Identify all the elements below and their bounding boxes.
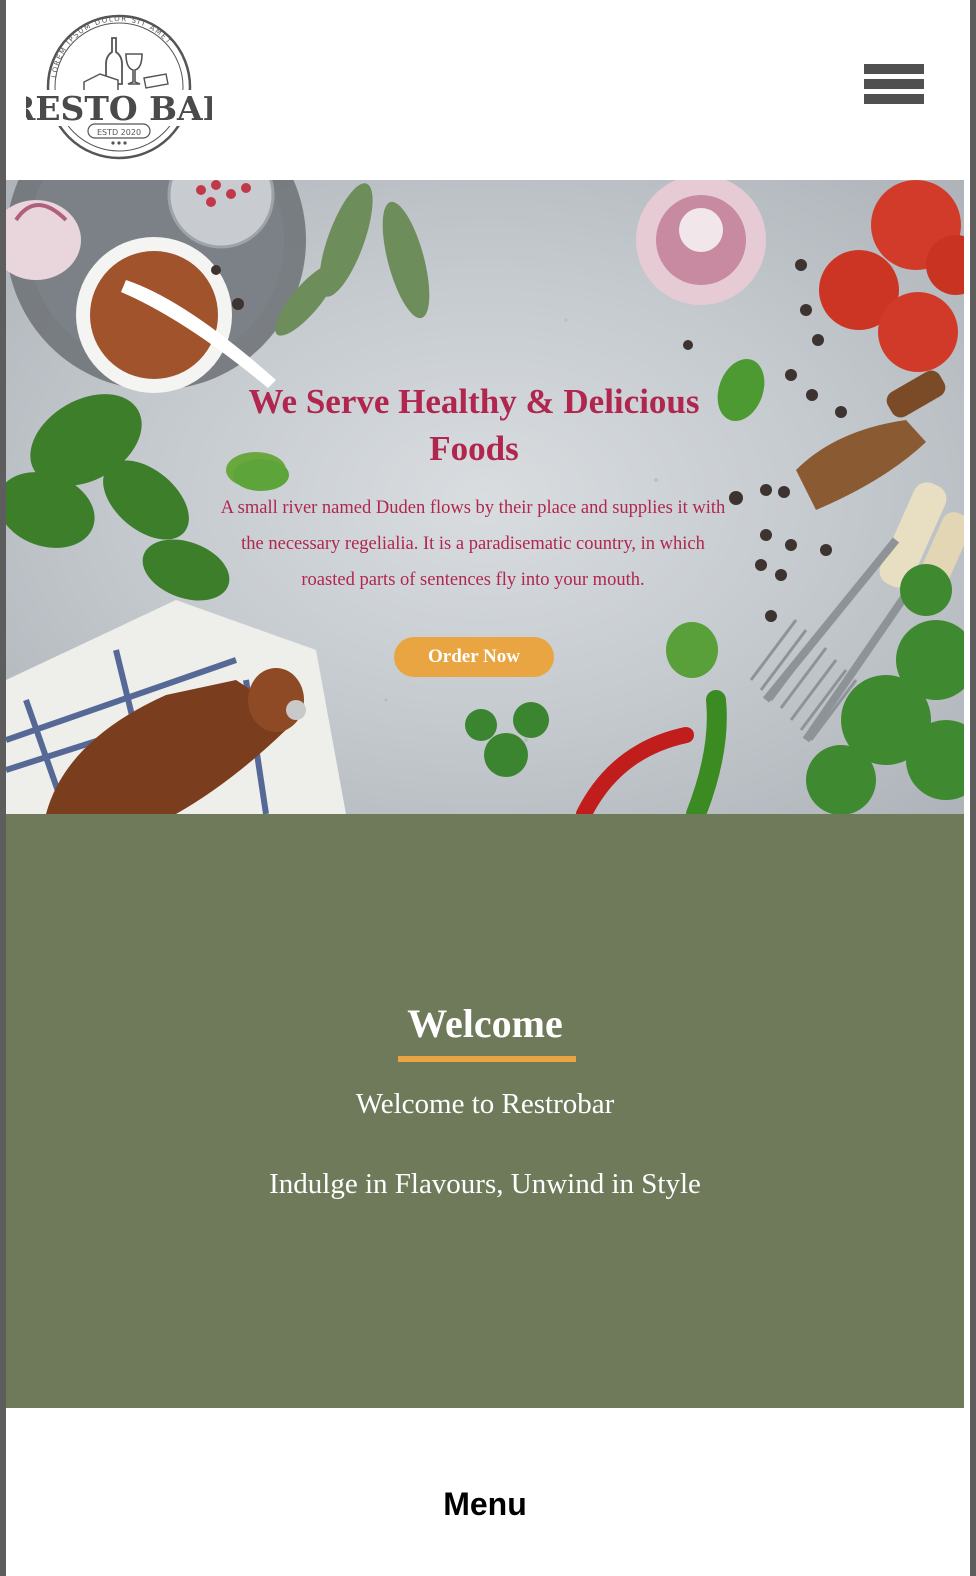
menu-section: Menu	[6, 1408, 964, 1576]
hero-banner: We Serve Healthy & Delicious Foods A sma…	[6, 180, 964, 814]
welcome-section: Welcome Welcome to Restrobar Indulge in …	[6, 814, 964, 1408]
logo-name: RESTO BAR	[26, 89, 212, 128]
site-header: LOREM IPSUM DOLOR SIT AMET RESTO BAR EST…	[6, 0, 964, 180]
resto-bar-logo[interactable]: LOREM IPSUM DOLOR SIT AMET RESTO BAR EST…	[26, 14, 212, 160]
hero-title: We Serve Healthy & Delicious Foods	[248, 382, 700, 468]
hamburger-icon-bar	[864, 94, 924, 104]
hamburger-icon-bar	[864, 64, 924, 74]
title-underline	[398, 1056, 576, 1062]
window-frame-right	[970, 0, 976, 1576]
page: LOREM IPSUM DOLOR SIT AMET RESTO BAR EST…	[6, 0, 964, 1576]
welcome-tagline: Indulge in Flavours, Unwind in Style	[269, 1168, 701, 1200]
hamburger-menu-button[interactable]	[864, 64, 924, 108]
logo-estd: ESTD 2020	[97, 128, 141, 137]
welcome-title: Welcome	[407, 1001, 563, 1046]
hero-description: A small river named Duden flows by their…	[220, 498, 726, 590]
order-now-button[interactable]: Order Now	[394, 637, 554, 677]
menu-title: Menu	[443, 1486, 527, 1522]
hamburger-icon-bar	[864, 79, 924, 89]
welcome-subtitle: Welcome to Restrobar	[355, 1088, 615, 1120]
